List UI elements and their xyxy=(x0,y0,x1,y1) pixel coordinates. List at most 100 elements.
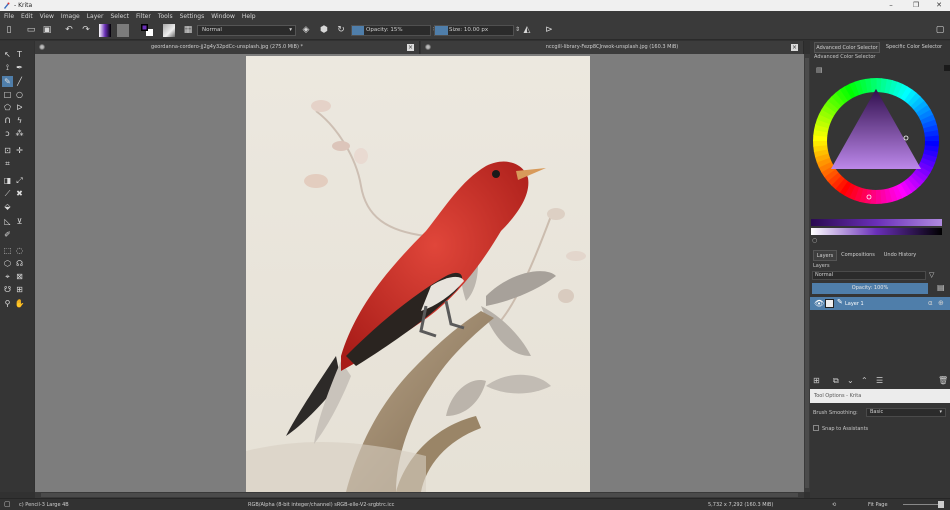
select-shapes-icon[interactable]: ↖ xyxy=(2,49,13,60)
minimize-button[interactable]: – xyxy=(884,1,898,10)
color-settings-icon[interactable]: ▤ xyxy=(816,66,823,74)
close-tab-icon[interactable]: × xyxy=(791,44,798,51)
tab-advanced-color-selector[interactable]: Advanced Color Selector xyxy=(814,42,880,53)
new-document-icon[interactable]: ▯ xyxy=(3,24,15,36)
menu-window[interactable]: Window xyxy=(211,13,235,20)
magnetic-select-icon[interactable]: ⊞ xyxy=(14,284,25,295)
ellipse-select-icon[interactable]: ◌ xyxy=(14,245,25,256)
preserve-alpha-icon[interactable]: ⬢ xyxy=(318,24,330,36)
layer-properties-icon[interactable]: ☰ xyxy=(876,376,883,385)
layer-row[interactable]: 👁 ✎ Layer 1 α ⊕ xyxy=(810,297,950,310)
rotate-icon[interactable]: ⟲ xyxy=(832,502,836,508)
open-document-icon[interactable]: ▭ xyxy=(25,24,37,36)
canvas-area[interactable] xyxy=(35,54,804,492)
menu-view[interactable]: View xyxy=(40,13,54,20)
edit-shapes-icon[interactable]: ⟟ xyxy=(2,62,13,73)
transform-tool-icon[interactable]: ⊡ xyxy=(2,145,13,156)
docker-toggle-icon[interactable]: ▢ xyxy=(934,24,946,36)
brush-icon[interactable]: ▢ xyxy=(4,500,11,508)
brush-smoothing-select[interactable]: Basic ▾ xyxy=(866,408,946,417)
menu-file[interactable]: File xyxy=(4,13,14,20)
mirror-horizontal-icon[interactable]: ◭ xyxy=(521,24,533,36)
contiguous-select-icon[interactable]: ⌖ xyxy=(2,271,13,282)
bezier-tool-icon[interactable]: ᑎ xyxy=(2,115,13,126)
pan-tool-icon[interactable]: ✋ xyxy=(14,298,25,309)
crop-tool-icon[interactable]: ⌗ xyxy=(2,158,13,169)
rectangle-tool-icon[interactable]: □ xyxy=(2,89,13,100)
close-window-button[interactable]: ✕ xyxy=(932,1,946,10)
menu-filter[interactable]: Filter xyxy=(136,13,151,20)
save-icon[interactable]: ▣ xyxy=(41,24,53,36)
inherit-alpha-icon[interactable]: ⊕ xyxy=(938,299,944,307)
similar-select-icon[interactable]: ⊠ xyxy=(14,271,25,282)
add-layer-icon[interactable]: ⊞ xyxy=(813,376,820,385)
move-layer-up-icon[interactable]: ⌃ xyxy=(861,376,868,385)
zoom-value[interactable]: Fit Page xyxy=(868,502,888,508)
color-wheel[interactable] xyxy=(812,77,940,205)
alpha-lock-icon[interactable]: α xyxy=(928,299,933,307)
blend-mode-select[interactable]: Normal ▾ xyxy=(197,25,296,36)
zoom-slider[interactable] xyxy=(903,504,938,505)
mirror-vertical-icon[interactable]: ⊳ xyxy=(543,24,555,36)
size-spin-icon[interactable]: ⇕ xyxy=(515,26,520,33)
smart-patch-icon[interactable]: ✖ xyxy=(14,188,25,199)
delete-layer-icon[interactable]: 🗑 xyxy=(938,376,948,385)
move-layer-down-icon[interactable]: ⌄ xyxy=(847,376,854,385)
maximize-button[interactable]: ❐ xyxy=(909,1,923,10)
tab-layers[interactable]: Layers xyxy=(813,250,837,261)
undo-icon[interactable]: ↶ xyxy=(63,24,75,36)
layer-name[interactable]: Layer 1 xyxy=(845,301,864,307)
color-pipette-icon[interactable]: ○ xyxy=(812,237,817,244)
gradient-tool-icon[interactable]: ◨ xyxy=(2,175,13,186)
menu-select[interactable]: Select xyxy=(110,13,129,20)
close-tab-icon[interactable]: × xyxy=(407,44,414,51)
menu-tools[interactable]: Tools xyxy=(158,13,173,20)
color-shade-bar[interactable] xyxy=(811,228,942,235)
layer-blend-mode-select[interactable]: Normal xyxy=(812,271,926,280)
assistant-tool-icon[interactable]: ◺ xyxy=(2,216,13,227)
tab-specific-color-selector[interactable]: Specific Color Selector xyxy=(882,42,946,53)
redo-icon[interactable]: ↷ xyxy=(80,24,92,36)
dynamic-brush-icon[interactable]: ↄ xyxy=(2,128,13,139)
text-tool-icon[interactable]: T xyxy=(14,49,25,60)
calligraphy-icon[interactable]: ✒ xyxy=(14,62,25,73)
eye-icon[interactable]: 👁 xyxy=(814,299,824,308)
duplicate-layer-icon[interactable]: ⧉ xyxy=(833,376,839,386)
menu-help[interactable]: Help xyxy=(242,13,256,20)
bezier-select-icon[interactable]: ☋ xyxy=(2,284,13,295)
reload-preset-icon[interactable]: ↻ xyxy=(335,24,347,36)
brush-preset-icon[interactable] xyxy=(163,24,175,37)
move-tool-icon[interactable]: ✛ xyxy=(14,145,25,156)
fill-tool-icon[interactable]: ⬙ xyxy=(2,201,13,212)
polyline-tool-icon[interactable]: ᐅ xyxy=(14,102,25,113)
freehand-select-icon[interactable]: ☊ xyxy=(14,258,25,269)
colorize-mask-icon[interactable]: ⟋ xyxy=(2,188,13,199)
zoom-slider-handle[interactable] xyxy=(938,501,944,508)
gradient-preset-icon[interactable] xyxy=(99,24,111,37)
tab-undo-history[interactable]: Undo History xyxy=(880,250,920,261)
color-history-bar[interactable] xyxy=(811,219,942,226)
document-tab[interactable]: nccgill-library-Fezp8CJnwok-unsplash.jpg… xyxy=(421,41,804,54)
menu-edit[interactable]: Edit xyxy=(21,13,33,20)
document-tab[interactable]: geordanna-cordero-jj2g4y32pdCc-unsplash.… xyxy=(35,41,420,54)
layer-list-icon[interactable]: ▤ xyxy=(937,283,945,292)
canvas-image[interactable] xyxy=(246,56,590,492)
menu-settings[interactable]: Settings xyxy=(180,13,205,20)
multibrush-icon[interactable]: ⁂ xyxy=(14,128,25,139)
polygon-select-icon[interactable]: ⬡ xyxy=(2,258,13,269)
menu-layer[interactable]: Layer xyxy=(87,13,104,20)
opacity-slider[interactable]: Opacity: 15% xyxy=(351,25,431,36)
line-tool-icon[interactable]: ╱ xyxy=(14,76,25,87)
menu-image[interactable]: Image xyxy=(61,13,80,20)
fg-bg-color-icon[interactable] xyxy=(141,24,153,36)
measure-tool-icon[interactable]: ⊻ xyxy=(14,216,25,227)
rect-select-icon[interactable]: ⬚ xyxy=(2,245,13,256)
pattern-preset-icon[interactable] xyxy=(117,24,129,37)
ellipse-tool-icon[interactable]: ○ xyxy=(14,89,25,100)
color-picker-icon[interactable]: ⤢ xyxy=(14,175,25,186)
layer-opacity-slider[interactable]: Opacity: 100% xyxy=(812,283,928,294)
size-slider[interactable]: Size: 10.00 px xyxy=(434,25,514,36)
polygon-tool-icon[interactable]: ⬠ xyxy=(2,102,13,113)
workspace-icon[interactable]: ▦ xyxy=(182,24,194,36)
snap-checkbox[interactable] xyxy=(813,425,819,431)
